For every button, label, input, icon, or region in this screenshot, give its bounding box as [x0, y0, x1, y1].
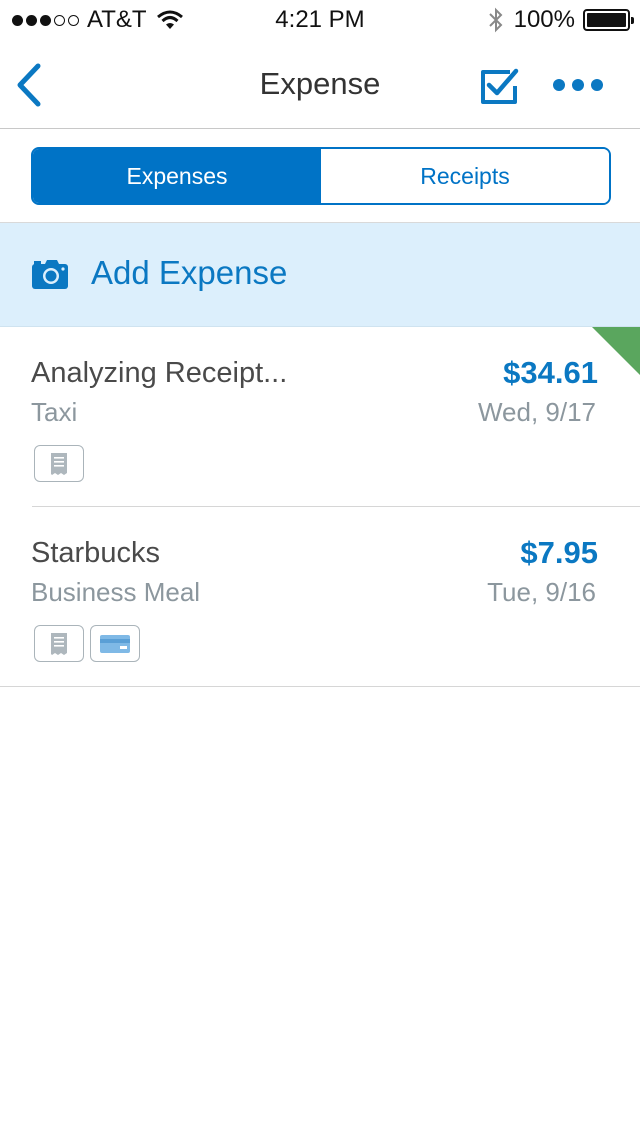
- expense-merchant: Starbucks: [31, 537, 160, 569]
- bluetooth-icon: [488, 7, 503, 33]
- row-divider: [0, 686, 640, 687]
- expense-date: Tue, 9/16: [487, 577, 596, 607]
- expense-row[interactable]: Starbucks $7.95 Business Meal Tue, 9/16: [0, 507, 640, 687]
- receipt-icon: [34, 625, 84, 662]
- page-title: Expense: [259, 66, 381, 101]
- expense-date: Wed, 9/17: [477, 397, 596, 427]
- segmented-control: Expenses Receipts: [31, 147, 611, 205]
- expense-row[interactable]: Analyzing Receipt... $34.61 Taxi Wed, 9/…: [0, 327, 640, 507]
- checkbox-icon[interactable]: [478, 66, 520, 106]
- expense-amount: $7.95: [520, 535, 598, 570]
- expense-category: Taxi: [31, 397, 78, 427]
- add-expense-button[interactable]: Add Expense: [0, 223, 640, 327]
- expense-merchant: Analyzing Receipt...: [31, 357, 288, 389]
- tab-expenses[interactable]: Expenses: [33, 149, 321, 203]
- battery-percent: 100%: [513, 6, 575, 33]
- nav-bar: Expense: [0, 40, 640, 129]
- expense-category: Business Meal: [31, 577, 201, 607]
- new-item-flag: [592, 327, 640, 375]
- status-right: 100%: [488, 6, 634, 34]
- camera-icon: [32, 260, 68, 289]
- expense-attachments: [34, 445, 84, 482]
- tab-receipts[interactable]: Receipts: [321, 149, 609, 203]
- more-icon[interactable]: [552, 74, 604, 96]
- status-bar: AT&T 4:21 PM 100%: [0, 0, 640, 40]
- credit-card-icon: [90, 625, 140, 662]
- add-expense-label: Add Expense: [91, 254, 288, 291]
- segment-container: Expenses Receipts: [0, 129, 640, 223]
- battery-icon: [583, 9, 634, 31]
- expense-amount: $34.61: [503, 355, 598, 390]
- receipt-icon: [34, 445, 84, 482]
- expense-attachments: [34, 625, 140, 662]
